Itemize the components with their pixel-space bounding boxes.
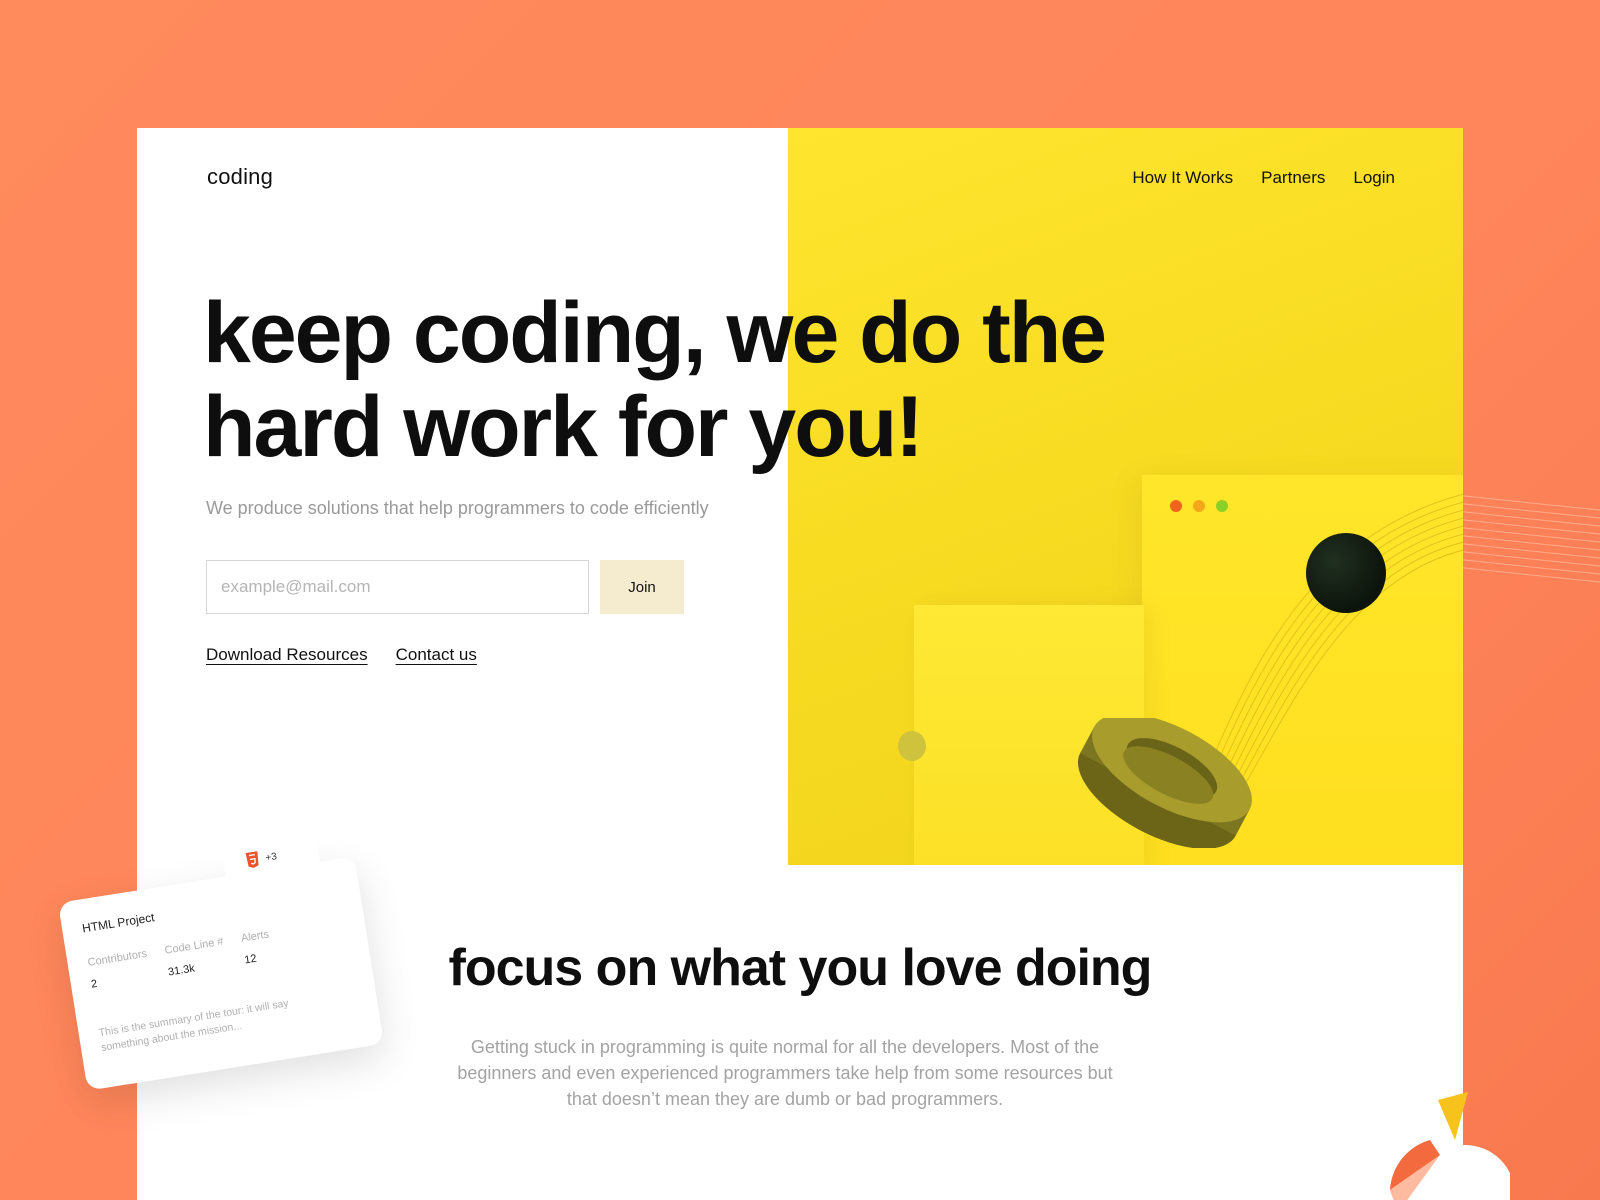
hero-links: Download Resources Contact us (206, 645, 477, 665)
join-button[interactable]: Join (600, 560, 684, 614)
contact-us-link[interactable]: Contact us (396, 645, 477, 665)
card-summary: This is the summary of the tour: it will… (97, 997, 290, 1054)
download-resources-link[interactable]: Download Resources (206, 645, 368, 665)
top-nav: How It Works Partners Login (1132, 168, 1395, 188)
brand-logo[interactable]: coding (207, 164, 273, 190)
torus-ring (1077, 718, 1252, 848)
stat-label: Contributors (86, 947, 148, 970)
hero-headline: keep coding, we do the hard work for you… (203, 286, 1203, 474)
hero-subtitle: We produce solutions that help programme… (206, 498, 709, 518)
card-title: HTML Project (81, 910, 156, 936)
stat-value: 2 (90, 977, 99, 991)
section-body: Getting stuck in programming is quite no… (457, 1037, 1113, 1109)
badge-count: +3 (264, 850, 278, 864)
stat-code-lines: Code Line # 31.3k (164, 936, 228, 979)
stat-value: 31.3k (167, 962, 196, 979)
stat-contributors: Contributors 2 (87, 948, 152, 991)
email-input[interactable] (206, 560, 589, 614)
stat-label: Alerts (240, 928, 270, 945)
hero-illustration (788, 128, 1463, 865)
nav-how-it-works[interactable]: How It Works (1132, 168, 1233, 188)
small-disc (898, 731, 926, 761)
nav-partners[interactable]: Partners (1261, 168, 1325, 188)
hero-headline-line2: hard work for you! (203, 379, 924, 475)
card-stats: Contributors 2 Code Line # 31.3k Alerts … (87, 928, 273, 990)
dark-sphere (1306, 533, 1386, 613)
hero-headline-line1: keep coding, we do the (203, 285, 1107, 381)
stat-label: Code Line # (163, 935, 225, 957)
nav-login[interactable]: Login (1353, 168, 1395, 188)
stat-value: 12 (243, 952, 258, 967)
stat-alerts: Alerts 12 (240, 928, 273, 966)
pie-chart-decoration (1390, 1092, 1510, 1200)
html5-icon (245, 851, 259, 868)
